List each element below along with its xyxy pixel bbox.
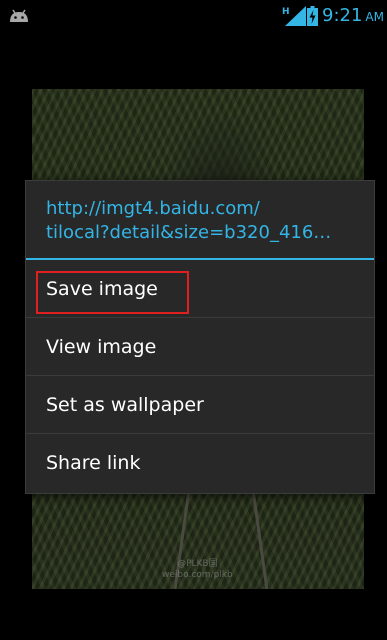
network-type-label: H (282, 7, 290, 17)
android-icon (10, 9, 28, 22)
watermark-line1: @PLKB国 (177, 559, 218, 569)
menu-item-view-image[interactable]: View image (26, 318, 374, 375)
status-bar: H 9:21 AM (0, 0, 387, 33)
menu-item-label: Set as wallpaper (46, 394, 204, 416)
menu-item-set-as-wallpaper[interactable]: Set as wallpaper (26, 376, 374, 433)
signal-icon: H (282, 6, 306, 26)
dialog-title: http://imgt4.baidu.com/ tilocal?detail&s… (46, 197, 368, 245)
menu-item-label: Share link (46, 452, 141, 474)
screen: H 9:21 AM @PLKB国 weibo.com/plkb http://im… (0, 0, 387, 640)
dialog-title-line2: tilocal?detail&size=b320_416… (46, 222, 332, 243)
image-context-menu: http://imgt4.baidu.com/ tilocal?detail&s… (25, 180, 375, 494)
watermark-line2: weibo.com/plkb (162, 570, 233, 580)
clock-ampm: AM (365, 10, 384, 24)
highlight-box (36, 271, 189, 314)
watermark: @PLKB国 weibo.com/plkb (162, 559, 233, 581)
battery-charging-icon (307, 6, 318, 26)
dialog-title-line1: http://imgt4.baidu.com/ (46, 198, 260, 219)
menu-item-share-link[interactable]: Share link (26, 434, 374, 491)
status-clock: 9:21 AM (322, 6, 384, 27)
menu-item-label: View image (46, 336, 157, 358)
clock-time: 9:21 (322, 5, 363, 26)
